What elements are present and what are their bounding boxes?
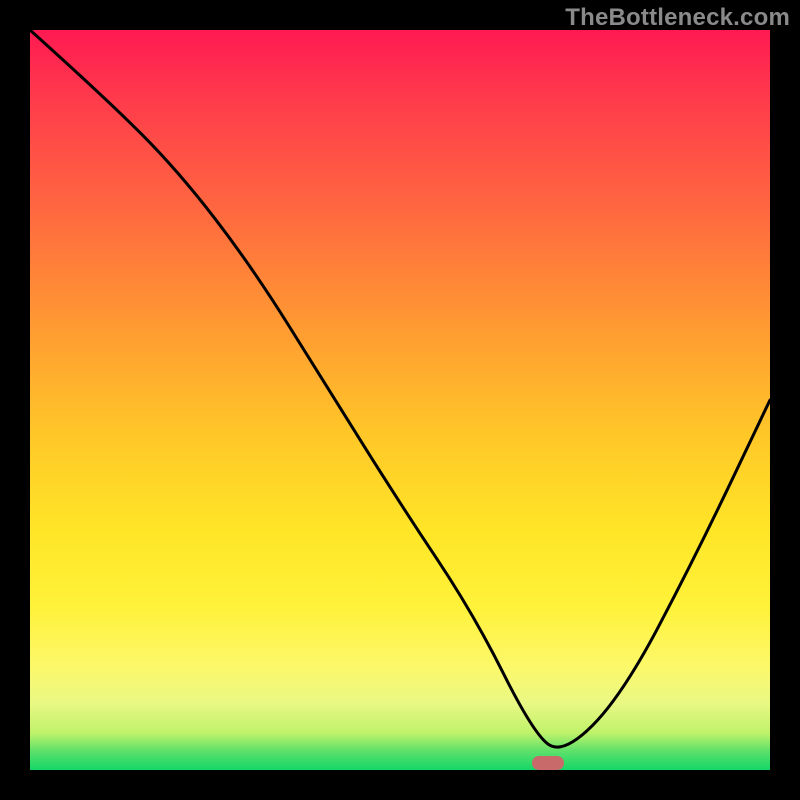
optimal-marker — [532, 756, 564, 770]
bottleneck-curve-path — [30, 30, 770, 747]
chart-frame: TheBottleneck.com — [0, 0, 800, 800]
plot-area — [30, 30, 770, 770]
curve-svg — [30, 30, 770, 770]
watermark-text: TheBottleneck.com — [565, 4, 790, 32]
